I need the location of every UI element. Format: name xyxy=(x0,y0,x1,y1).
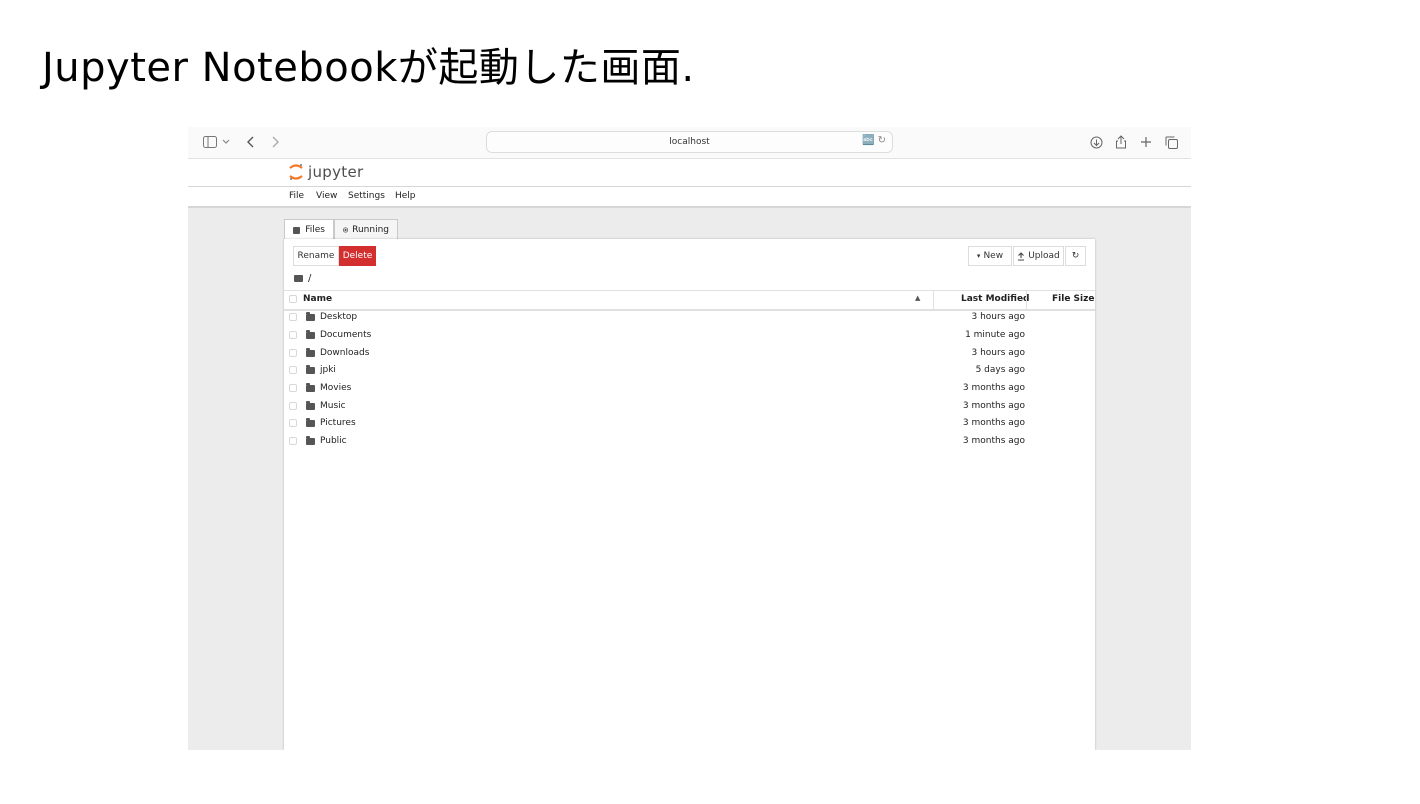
reload-icon[interactable]: ↻ xyxy=(878,135,886,146)
tab-running-label: Running xyxy=(352,224,389,235)
file-name[interactable]: Movies xyxy=(320,383,351,393)
folder-icon xyxy=(306,436,315,445)
menu-settings[interactable]: Settings xyxy=(348,191,385,201)
row-checkbox[interactable] xyxy=(289,366,297,374)
row-checkbox[interactable] xyxy=(289,331,297,339)
row-checkbox[interactable] xyxy=(289,384,297,392)
tabs-icon[interactable] xyxy=(1163,133,1179,151)
folder-icon xyxy=(293,226,301,234)
file-name[interactable]: Public xyxy=(320,436,347,446)
download-icon[interactable] xyxy=(1088,133,1104,151)
file-name[interactable]: Music xyxy=(320,401,346,411)
column-last-modified[interactable]: Last Modified xyxy=(961,294,1029,304)
upload-button[interactable]: Upload xyxy=(1013,246,1064,266)
plus-icon[interactable] xyxy=(1138,133,1154,151)
select-all-checkbox[interactable] xyxy=(289,295,297,303)
file-name[interactable]: Downloads xyxy=(320,348,369,358)
tab-files-label: Files xyxy=(305,225,325,235)
file-modified: 3 months ago xyxy=(962,401,1025,411)
browser-window: localhost 🔤 ↻ jupyter File View Settings… xyxy=(188,127,1191,750)
translate-icon[interactable]: 🔤 xyxy=(862,135,874,146)
list-item[interactable]: jpki 5 days ago xyxy=(284,362,1095,379)
file-name[interactable]: Desktop xyxy=(320,312,357,322)
new-button-label: New xyxy=(983,251,1004,261)
row-checkbox[interactable] xyxy=(289,437,297,445)
folder-icon xyxy=(306,383,315,392)
jupyter-logo-icon xyxy=(289,164,303,180)
menu-file[interactable]: File xyxy=(289,191,304,201)
file-modified: 3 hours ago xyxy=(971,312,1026,322)
folder-icon xyxy=(306,312,315,321)
column-divider xyxy=(933,291,934,309)
folder-icon xyxy=(306,401,315,410)
file-modified: 5 days ago xyxy=(975,365,1025,375)
row-checkbox[interactable] xyxy=(289,402,297,410)
file-modified: 3 hours ago xyxy=(971,348,1026,358)
breadcrumb: / xyxy=(294,273,311,284)
file-modified: 3 months ago xyxy=(962,383,1025,393)
menu-bar: File View Settings Help xyxy=(188,187,1191,208)
file-modified: 3 months ago xyxy=(962,436,1025,446)
back-icon[interactable] xyxy=(245,133,257,151)
folder-icon xyxy=(306,418,315,427)
sidebar-icon[interactable] xyxy=(202,133,218,151)
folder-icon xyxy=(306,348,315,357)
column-divider xyxy=(1026,291,1027,309)
list-item[interactable]: Pictures 3 months ago xyxy=(284,415,1095,432)
forward-icon[interactable] xyxy=(269,133,281,151)
list-item[interactable]: Desktop 3 hours ago xyxy=(284,309,1095,326)
sort-asc-icon[interactable]: ▲ xyxy=(915,294,920,302)
refresh-button[interactable]: ↻ xyxy=(1065,246,1086,266)
list-item[interactable]: Public 3 months ago xyxy=(284,433,1095,450)
breadcrumb-path[interactable]: / xyxy=(308,273,311,284)
list-item[interactable]: Downloads 3 hours ago xyxy=(284,345,1095,362)
chevron-down-icon[interactable] xyxy=(221,133,231,151)
jupyter-header: jupyter xyxy=(188,159,1191,187)
file-name[interactable]: Pictures xyxy=(320,418,356,428)
file-browser-panel: Rename Delete ▾ New Upload ↻ / Name ▲ La… xyxy=(284,239,1095,750)
list-item[interactable]: Documents 1 minute ago xyxy=(284,327,1095,344)
list-item[interactable]: Music 3 months ago xyxy=(284,398,1095,415)
folder-icon xyxy=(306,330,315,339)
list-item[interactable]: Movies 3 months ago xyxy=(284,380,1095,397)
file-name[interactable]: Documents xyxy=(320,330,371,340)
column-file-size[interactable]: File Size xyxy=(1052,294,1094,304)
slide-title: Jupyter Notebookが起動した画面. xyxy=(42,45,695,91)
logo-text: jupyter xyxy=(308,163,364,181)
new-button[interactable]: ▾ New xyxy=(968,246,1012,266)
address-text: localhost xyxy=(669,137,710,147)
rename-button[interactable]: Rename xyxy=(293,246,339,266)
file-modified: 3 months ago xyxy=(962,418,1025,428)
folder-icon xyxy=(306,365,315,374)
refresh-icon: ↻ xyxy=(1071,251,1080,261)
file-name[interactable]: jpki xyxy=(320,365,336,375)
delete-button[interactable]: Delete xyxy=(339,246,376,266)
running-icon xyxy=(343,226,349,233)
row-checkbox[interactable] xyxy=(289,349,297,357)
upload-icon xyxy=(1018,251,1025,261)
row-checkbox[interactable] xyxy=(289,419,297,427)
address-bar[interactable]: localhost 🔤 ↻ xyxy=(486,131,893,153)
file-modified: 1 minute ago xyxy=(965,330,1025,340)
menu-help[interactable]: Help xyxy=(395,191,416,201)
address-actions: 🔤 ↻ xyxy=(862,135,886,146)
caret-down-icon: ▾ xyxy=(976,252,981,260)
jupyter-logo[interactable]: jupyter xyxy=(288,162,363,182)
browser-toolbar: localhost 🔤 ↻ xyxy=(188,127,1191,159)
tab-files[interactable]: Files xyxy=(284,219,334,240)
row-checkbox[interactable] xyxy=(289,313,297,321)
menu-view[interactable]: View xyxy=(316,191,337,201)
file-list-header: Name ▲ Last Modified File Size xyxy=(284,290,1095,311)
home-folder-icon[interactable] xyxy=(294,275,303,282)
upload-button-label: Upload xyxy=(1028,251,1060,261)
share-icon[interactable] xyxy=(1113,133,1129,151)
column-name[interactable]: Name xyxy=(303,294,332,304)
tab-running[interactable]: Running xyxy=(334,219,398,239)
